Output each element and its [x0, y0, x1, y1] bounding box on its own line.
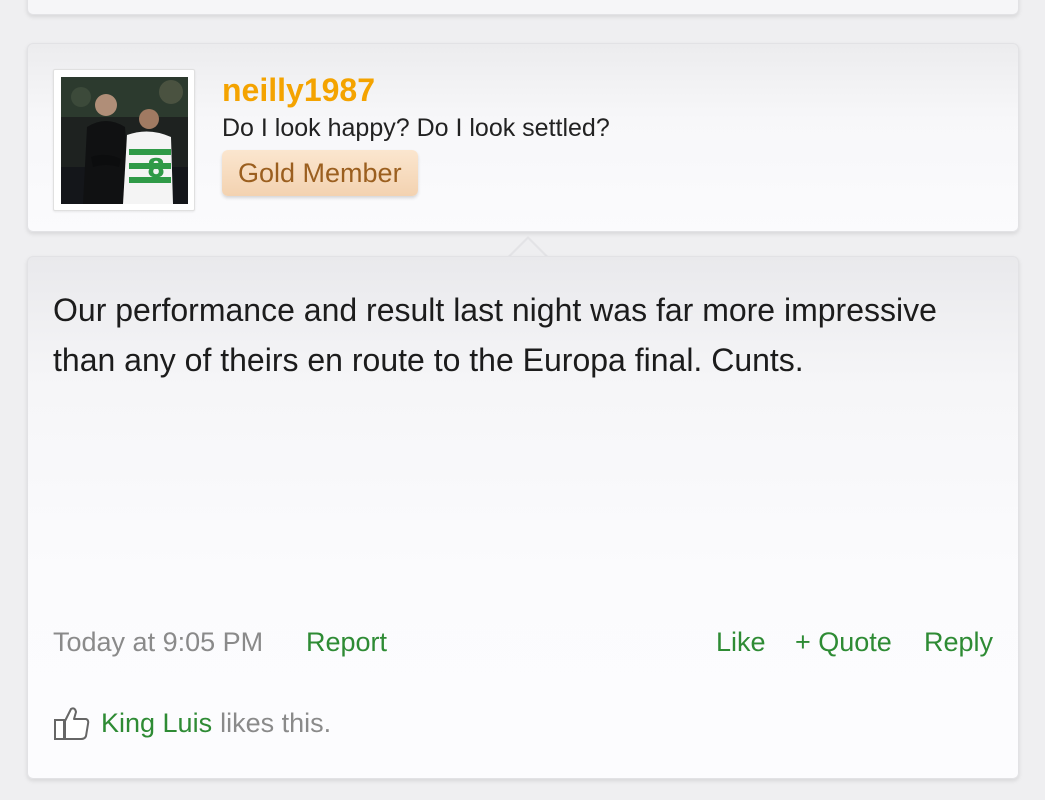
post-message: Our performance and result last night wa…: [53, 292, 937, 378]
avatar[interactable]: 8: [61, 77, 188, 204]
speech-arrow-inner: [510, 239, 546, 257]
likes-text: likes this.: [220, 707, 332, 738]
avatar-photo: 8: [61, 77, 188, 204]
user-title: Do I look happy? Do I look settled?: [222, 114, 610, 142]
quote-link[interactable]: + Quote: [795, 627, 892, 658]
author-info-card: 8 neilly1987 Do I look happy? Do I look …: [27, 43, 1019, 232]
likes-summary: King Luis likes this.: [53, 705, 331, 741]
thumbs-up-icon: [54, 707, 90, 740]
avatar-frame[interactable]: 8: [53, 69, 195, 211]
liker-link[interactable]: King Luis: [101, 708, 212, 739]
previous-post-card: [27, 0, 1019, 15]
reply-link[interactable]: Reply: [924, 627, 993, 658]
svg-text:8: 8: [147, 154, 165, 184]
like-link[interactable]: Like: [716, 627, 766, 658]
member-badge: Gold Member: [222, 150, 418, 196]
username-link[interactable]: neilly1987: [222, 72, 375, 109]
post-timestamp[interactable]: Today at 9:05 PM: [53, 627, 263, 658]
report-link[interactable]: Report: [306, 627, 387, 658]
post-body-card: Our performance and result last night wa…: [27, 256, 1019, 779]
